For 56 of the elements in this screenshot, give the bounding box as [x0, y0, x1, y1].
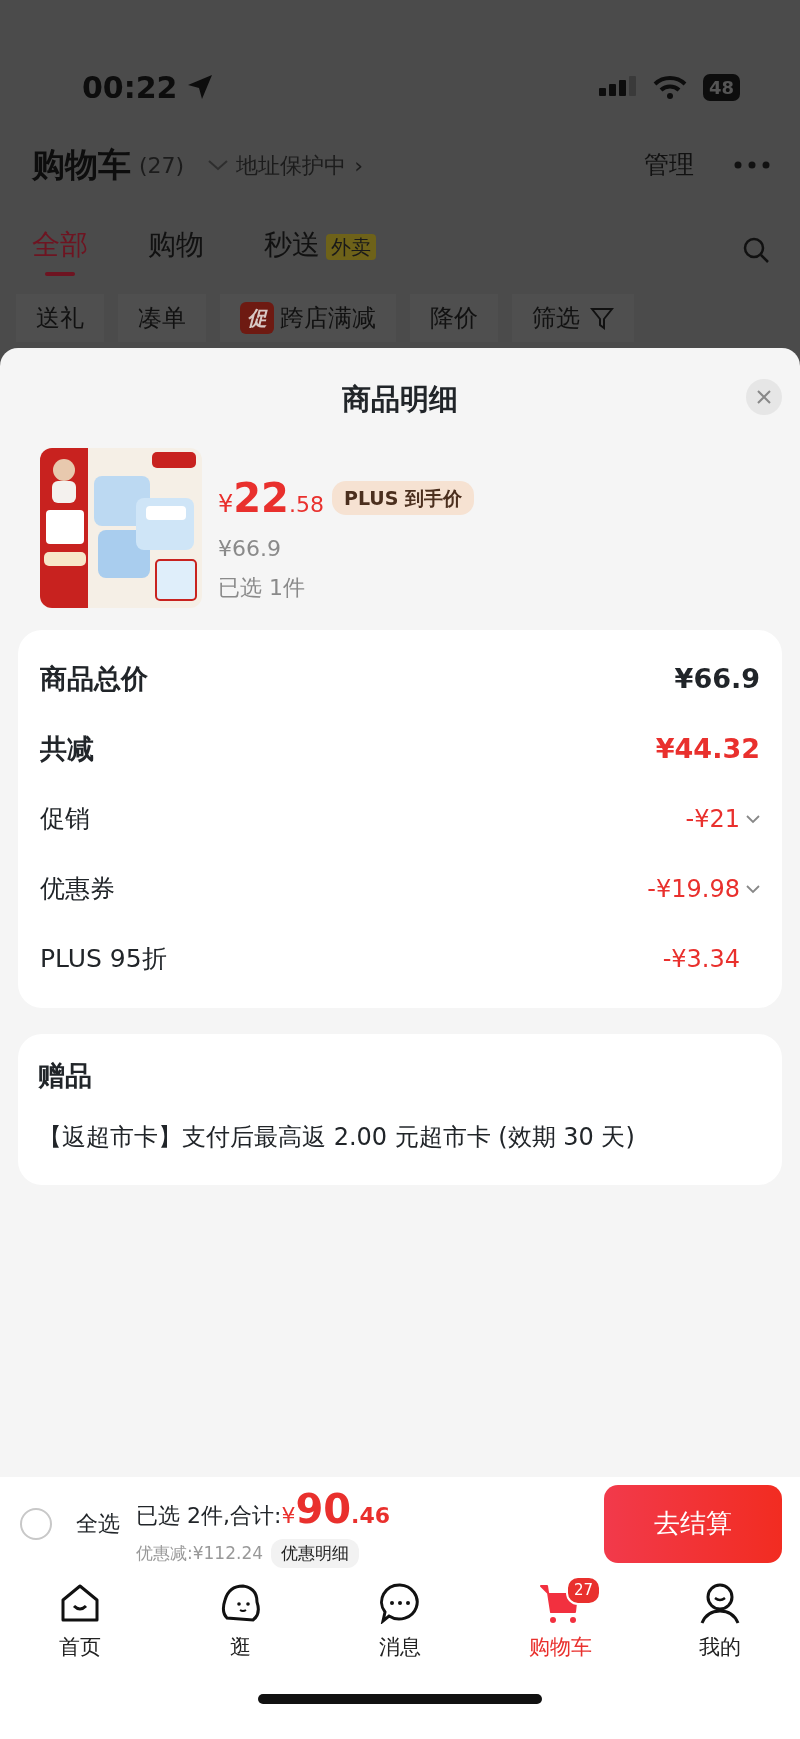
summary-value: -¥19.98 [647, 874, 740, 905]
filter-chip[interactable]: 凑单 [118, 294, 206, 342]
summary-value: ¥44.32 [655, 731, 760, 766]
summary-value: -¥3.34 [662, 944, 740, 975]
nav-tab[interactable]: 逛 [190, 1582, 290, 1664]
selected-count: 已选 1件 [218, 574, 306, 602]
wifi-icon [652, 75, 687, 99]
nav-tab[interactable]: 我的 [670, 1582, 770, 1664]
more-icon[interactable] [734, 161, 770, 169]
nav-tab[interactable]: 首页 [30, 1582, 130, 1664]
summary-label: 促销 [40, 803, 90, 836]
home-icon [59, 1582, 101, 1624]
summary-label: 共减 [40, 731, 94, 766]
summary-label: PLUS 95折 [40, 943, 167, 976]
summary-value: ¥66.9 [674, 661, 760, 696]
status-time: 00:22 [82, 68, 178, 107]
filter-chip[interactable]: 降价 [410, 294, 498, 342]
delivery-tag: 外卖 [326, 234, 376, 260]
select-all-checkbox[interactable] [20, 1507, 52, 1540]
close-icon [757, 390, 771, 404]
select-all-label: 全选 [76, 1510, 120, 1538]
discount-detail-button[interactable]: 优惠明细 [271, 1538, 360, 1569]
summary-value: -¥21 [685, 804, 740, 835]
filter-icon [590, 306, 614, 330]
filter-chip[interactable]: 筛选 [512, 294, 634, 342]
promo-tag: 促 [240, 302, 274, 334]
summary-label: 优惠券 [40, 873, 115, 906]
chevron-down-icon[interactable] [746, 884, 760, 894]
gift-text: 【返超市卡】支付后最高返 2.00 元超市卡 (效期 30 天) [38, 1121, 636, 1153]
signal-icon [598, 76, 637, 98]
product-price: ¥22.58 [218, 474, 324, 523]
filter-chip[interactable]: 送礼 [16, 294, 104, 342]
gift-title: 赠品 [38, 1059, 93, 1093]
chevron-down-icon[interactable] [746, 814, 760, 824]
total-label: 已选 2件,合计: [136, 1501, 282, 1530]
chevron-icon: › [354, 148, 363, 182]
checkout-button[interactable]: 去结算 [604, 1484, 782, 1563]
price-tag: PLUS 到手价 [331, 480, 475, 516]
battery-indicator: 48 [702, 73, 740, 101]
count-badge: 27 [566, 1576, 602, 1605]
filter-chip[interactable]: 促 跨店满减 [220, 294, 396, 342]
profile-icon [699, 1582, 741, 1624]
tab[interactable]: 秒送 外卖 [264, 224, 376, 276]
saving-text: 优惠减:¥112.24 [136, 1541, 264, 1565]
total-price: ¥90.46 [281, 1484, 391, 1534]
tab[interactable]: 购物 [148, 224, 204, 276]
sheet-title: 商品明细 [342, 381, 458, 418]
search-icon[interactable] [742, 236, 770, 264]
close-button[interactable] [746, 379, 782, 415]
page-title: 购物车 [32, 144, 131, 187]
message-icon [379, 1582, 421, 1624]
manage-button[interactable]: 管理 [644, 146, 694, 184]
mascot-icon [219, 1582, 261, 1624]
summary-label: 商品总价 [40, 661, 148, 696]
nav-tab[interactable]: 消息 [350, 1582, 450, 1664]
original-price: ¥66.9 [218, 535, 282, 563]
